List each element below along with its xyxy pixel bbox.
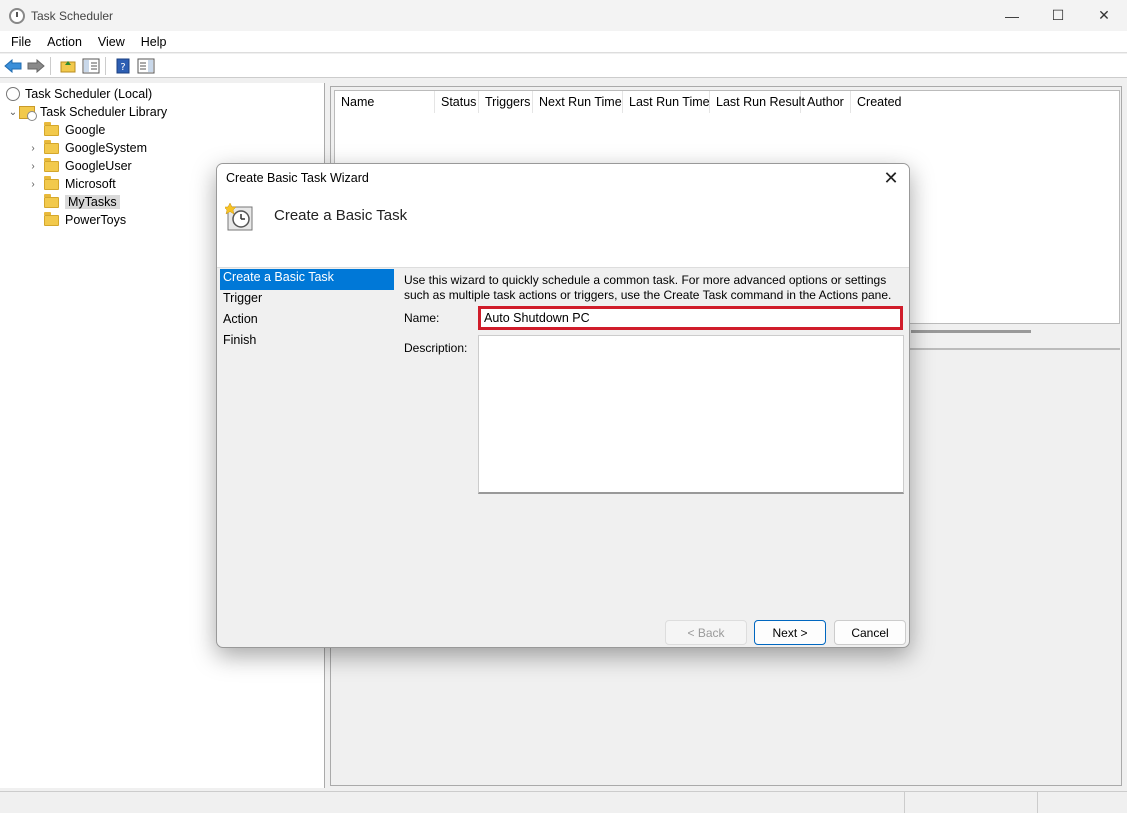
chevron-right-icon[interactable]: ›	[27, 143, 39, 154]
show-hide-action-pane-icon[interactable]	[136, 56, 156, 76]
column-header-triggers[interactable]: Triggers	[479, 91, 533, 113]
folder-icon	[44, 211, 59, 226]
maximize-button[interactable]: ☐	[1035, 0, 1081, 31]
column-header-status[interactable]: Status	[435, 91, 479, 113]
tree-folder-google[interactable]: Google	[44, 121, 105, 139]
back-arrow-icon[interactable]	[3, 56, 23, 76]
column-header-last-run-result[interactable]: Last Run Result	[710, 91, 805, 113]
menu-help[interactable]: Help	[133, 35, 175, 49]
tree-folder-googleuser[interactable]: › GoogleUser	[27, 157, 132, 175]
folder-icon	[44, 121, 59, 136]
close-icon[interactable]: ✕	[879, 167, 903, 189]
status-segment	[0, 792, 905, 813]
folder-label-selected: MyTasks	[65, 195, 120, 209]
minimize-button[interactable]: —	[989, 0, 1035, 31]
tree-folder-microsoft[interactable]: › Microsoft	[27, 175, 116, 193]
window-title: Task Scheduler	[31, 8, 114, 23]
title-bar: Task Scheduler — ☐ ✕	[0, 0, 1127, 31]
folder-label: Google	[65, 123, 106, 137]
tree-folder-powertoys[interactable]: PowerToys	[44, 211, 126, 229]
toolbar-separator	[50, 56, 51, 75]
dialog-heading: Create a Basic Task	[274, 207, 408, 224]
description-field[interactable]	[478, 335, 904, 494]
clock-icon	[6, 87, 20, 101]
forward-arrow-icon[interactable]	[26, 56, 46, 76]
description-label: Description:	[404, 341, 468, 355]
column-header-created[interactable]: Created	[851, 91, 911, 113]
dialog-header: Create a Basic Task	[217, 192, 909, 268]
wizard-steps: Create a Basic Task Trigger Action Finis…	[220, 269, 394, 353]
tree-library-label: Task Scheduler Library	[40, 105, 168, 119]
task-scheduler-icon	[9, 7, 25, 24]
menu-file[interactable]: File	[0, 35, 39, 49]
menu-action[interactable]: Action	[39, 35, 90, 49]
library-folder-icon	[19, 105, 37, 121]
toolbar-separator	[105, 56, 106, 75]
tree-root-label: Task Scheduler (Local)	[25, 87, 153, 101]
chevron-right-icon[interactable]: ›	[27, 161, 39, 172]
horizontal-scrollbar[interactable]	[911, 330, 1031, 333]
folder-label: PowerToys	[65, 213, 127, 227]
column-header-next-run-time[interactable]: Next Run Time	[533, 91, 623, 113]
wizard-content: Use this wizard to quickly schedule a co…	[399, 269, 909, 614]
name-label: Name:	[404, 311, 440, 325]
dialog-title-bar: Create Basic Task Wizard ✕	[217, 164, 909, 192]
back-button[interactable]: < Back	[665, 620, 747, 645]
close-window-button[interactable]: ✕	[1081, 0, 1127, 31]
wizard-intro-text: Use this wizard to quickly schedule a co…	[404, 273, 892, 302]
column-header-name[interactable]: Name	[335, 91, 435, 113]
up-folder-icon[interactable]	[58, 56, 78, 76]
step-action[interactable]: Action	[220, 311, 394, 332]
toolbar: ?	[0, 54, 1127, 78]
folder-label: GoogleSystem	[65, 141, 147, 155]
step-trigger[interactable]: Trigger	[220, 290, 394, 311]
column-header-author[interactable]: Author	[801, 91, 851, 113]
help-icon[interactable]: ?	[113, 56, 133, 76]
tree-library[interactable]: ⌄ Task Scheduler Library	[7, 103, 167, 121]
tree-folder-googlesystem[interactable]: › GoogleSystem	[27, 139, 147, 157]
menu-bar: File Action View Help	[0, 31, 1127, 53]
folder-icon	[44, 175, 59, 190]
tree-folder-mytasks[interactable]: MyTasks	[44, 193, 120, 211]
folder-icon	[44, 139, 59, 154]
status-segment	[905, 792, 1038, 813]
next-button[interactable]: Next >	[754, 620, 826, 645]
chevron-right-icon[interactable]: ›	[27, 179, 39, 190]
tree-root[interactable]: Task Scheduler (Local)	[6, 85, 152, 103]
wizard-clock-icon	[225, 202, 253, 231]
folder-label: GoogleUser	[65, 159, 132, 173]
status-segment	[1038, 792, 1125, 813]
menu-view[interactable]: View	[90, 35, 133, 49]
task-name-field[interactable]: Auto Shutdown PC	[478, 306, 903, 330]
dialog-title: Create Basic Task Wizard	[226, 171, 369, 185]
cancel-button[interactable]: Cancel	[834, 620, 906, 645]
folder-icon	[44, 193, 59, 208]
chevron-down-icon[interactable]: ⌄	[7, 107, 19, 118]
folder-label: Microsoft	[65, 177, 116, 191]
svg-text:?: ?	[120, 62, 125, 73]
task-list-header: Name Status Triggers Next Run Time Last …	[335, 91, 1119, 113]
create-basic-task-dialog: Create Basic Task Wizard ✕ Create a Basi…	[216, 163, 910, 648]
step-finish[interactable]: Finish	[220, 332, 394, 353]
column-header-last-run-time[interactable]: Last Run Time	[623, 91, 710, 113]
folder-icon	[44, 157, 59, 172]
status-bar	[0, 791, 1127, 813]
step-create-basic-task[interactable]: Create a Basic Task	[220, 269, 394, 290]
show-hide-console-tree-icon[interactable]	[81, 56, 101, 76]
